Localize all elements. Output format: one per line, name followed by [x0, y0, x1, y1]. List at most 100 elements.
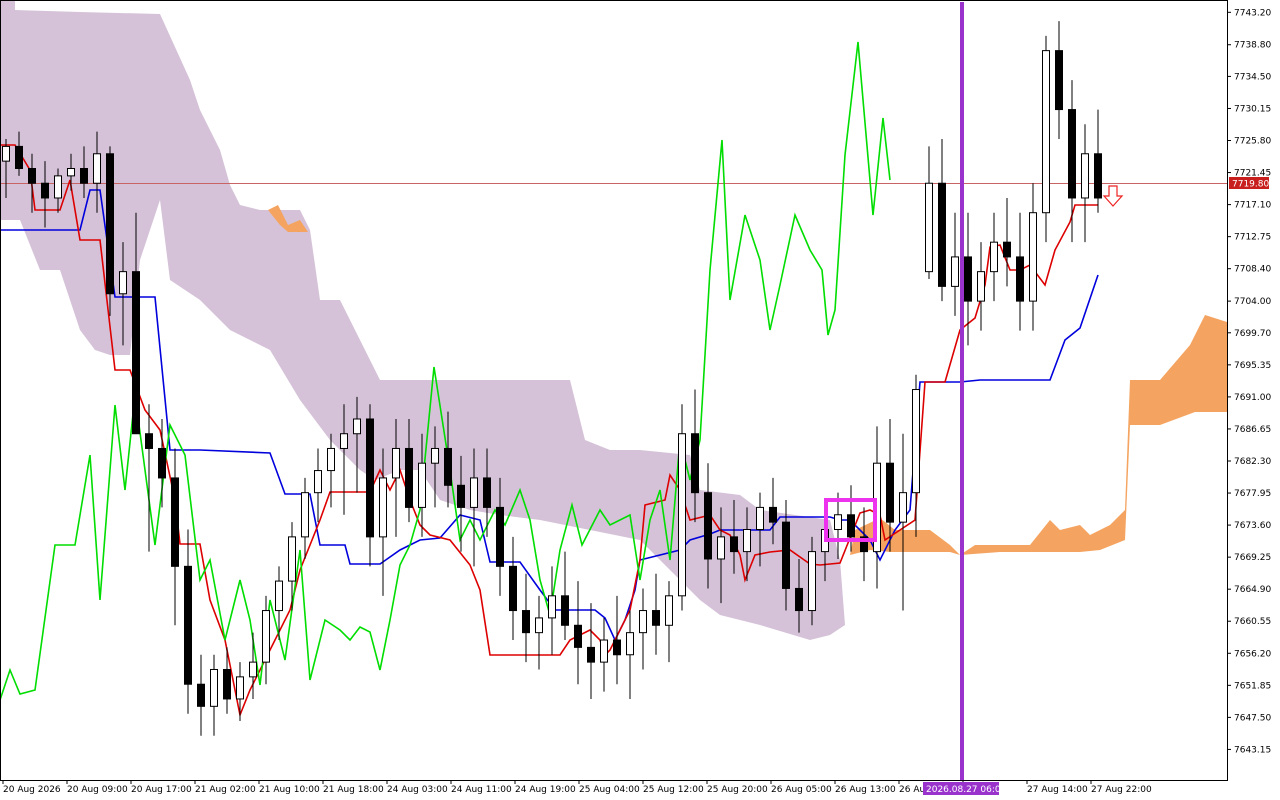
- y-tick-label: 7643.15: [1234, 745, 1271, 755]
- x-tick-label: 26 Aug 13:00: [835, 785, 896, 795]
- y-tick-label: 7656.20: [1234, 649, 1271, 659]
- candle-bullish: [210, 668, 218, 707]
- y-tick-label: 7730.15: [1234, 104, 1271, 114]
- candle-bearish: [1055, 50, 1063, 111]
- y-tick-label: 7712.75: [1234, 233, 1271, 243]
- y-tick-label: 7704.00: [1234, 297, 1271, 307]
- candle-bearish: [1003, 241, 1011, 258]
- x-tick-label: 24 Aug 19:00: [515, 785, 576, 795]
- candle-bullish: [1042, 50, 1050, 214]
- candle-bullish: [678, 433, 686, 597]
- candle-bullish: [340, 433, 348, 449]
- candle-bullish: [327, 447, 335, 472]
- candle-bullish: [717, 536, 725, 560]
- y-tick-label: 7651.85: [1234, 681, 1271, 691]
- candle-bearish: [444, 447, 452, 486]
- candle-bullish: [379, 477, 387, 538]
- x-tick-label: 25 Aug 12:00: [643, 785, 704, 795]
- y-tick-label: 7738.80: [1234, 41, 1271, 51]
- candle-bullish: [67, 168, 75, 177]
- y-tick-label: 7725.80: [1234, 137, 1271, 147]
- candle-bullish: [899, 492, 907, 523]
- x-tick-label: 26 Au: [899, 785, 925, 795]
- candle-bullish: [236, 676, 244, 700]
- candle-bearish: [483, 477, 491, 508]
- x-tick-label: 21 Aug 18:00: [323, 785, 384, 795]
- candle-bullish: [2, 145, 10, 162]
- candle-bullish: [1081, 153, 1089, 199]
- candle-bullish: [314, 470, 322, 494]
- candle-bearish: [15, 145, 23, 170]
- candle-bearish: [184, 565, 192, 685]
- candle-bearish: [782, 521, 790, 589]
- x-tick-label: 24 Aug 03:00: [387, 785, 448, 795]
- candle-bullish: [301, 492, 309, 538]
- y-tick-label: 7677.95: [1234, 489, 1271, 499]
- candle-bullish: [626, 632, 634, 656]
- x-tick-label: 25 Aug 20:00: [707, 785, 768, 795]
- candle-bearish: [769, 506, 777, 523]
- candle-bearish: [509, 565, 517, 612]
- candle-bearish: [145, 433, 153, 449]
- candle-bearish: [964, 256, 972, 302]
- candle-bullish: [743, 529, 751, 553]
- y-tick-label: 7660.55: [1234, 617, 1271, 627]
- candle-bearish: [223, 668, 231, 700]
- candle-bullish: [431, 447, 439, 464]
- candle-bearish: [41, 182, 49, 199]
- candle-bullish: [951, 256, 959, 287]
- candle-bullish: [119, 271, 127, 295]
- y-tick-label: 7669.25: [1234, 553, 1271, 563]
- candle-bullish: [600, 639, 608, 663]
- candle-bullish: [262, 610, 270, 663]
- x-tick-label: 20 Aug 09:00: [67, 785, 128, 795]
- candle-bearish: [847, 514, 855, 538]
- x-tick-label: 21 Aug 10:00: [259, 785, 320, 795]
- candle-bearish: [457, 484, 465, 508]
- candle-bearish: [171, 477, 179, 567]
- y-tick-label: 7734.50: [1234, 72, 1271, 82]
- candle-bearish: [405, 447, 413, 508]
- candle-bearish: [80, 168, 88, 184]
- y-tick-label: 7647.50: [1234, 713, 1271, 723]
- y-tick-label: 7691.00: [1234, 393, 1271, 403]
- y-tick-label: 7686.65: [1234, 425, 1271, 435]
- candle-bearish: [587, 646, 595, 663]
- y-tick-label: 7699.70: [1234, 329, 1271, 339]
- candle-bullish: [249, 661, 257, 678]
- x-tick-label: 26 Aug 05:00: [771, 785, 832, 795]
- candle-bearish: [704, 492, 712, 560]
- current-price-label: 7719.80: [1232, 180, 1269, 190]
- candle-bullish: [834, 514, 842, 531]
- candle-bullish: [1029, 212, 1037, 302]
- candle-bearish: [652, 610, 660, 626]
- candle-bullish: [912, 389, 920, 494]
- candle-bullish: [288, 536, 296, 582]
- y-tick-label: 7682.30: [1234, 457, 1271, 467]
- candle-bearish: [28, 168, 36, 184]
- candle-bullish: [275, 580, 283, 612]
- x-tick-label: 21 Aug 02:00: [195, 785, 256, 795]
- y-tick-label: 7695.35: [1234, 361, 1271, 371]
- x-tick-label: 25 Aug 04:00: [579, 785, 640, 795]
- y-tick-label: 7673.60: [1234, 521, 1271, 531]
- candle-bearish: [106, 153, 114, 295]
- candle-bullish: [977, 271, 985, 302]
- candle-bullish: [535, 617, 543, 634]
- candle-bearish: [886, 462, 894, 523]
- y-tick-label: 7743.20: [1234, 8, 1271, 18]
- x-tick-label: 27 Aug 14:00: [1027, 785, 1088, 795]
- candle-bearish: [366, 418, 374, 538]
- candle-bullish: [54, 175, 62, 199]
- price-chart[interactable]: 7743.207738.807734.507730.157725.807721.…: [0, 0, 1280, 800]
- candle-bearish: [1094, 153, 1102, 199]
- candle-bearish: [197, 683, 205, 707]
- candle-bearish: [613, 639, 621, 656]
- candle-bullish: [470, 477, 478, 508]
- candle-bearish: [132, 271, 140, 435]
- candle-bullish: [639, 610, 647, 634]
- x-tick-label: 27 Aug 22:00: [1091, 785, 1152, 795]
- y-tick-label: 7708.40: [1234, 265, 1271, 275]
- candle-bearish: [938, 182, 946, 287]
- candle-bullish: [93, 153, 101, 184]
